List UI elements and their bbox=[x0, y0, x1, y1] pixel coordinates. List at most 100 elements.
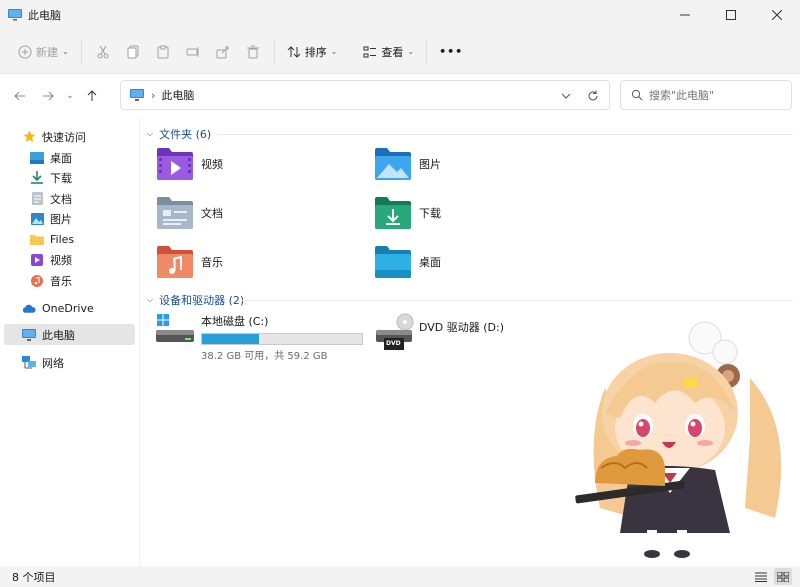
chevron-down-icon: ⌵ bbox=[147, 129, 154, 138]
refresh-button[interactable] bbox=[583, 86, 603, 106]
more-options-button[interactable]: ••• bbox=[433, 36, 469, 68]
view-icon bbox=[363, 46, 377, 57]
divider bbox=[273, 39, 275, 64]
drives-section-header[interactable]: ⌵ 设备和驱动器 (2) bbox=[147, 291, 244, 309]
drive-label: DVD 驱动器 (D:) bbox=[419, 321, 505, 334]
divider bbox=[80, 39, 82, 64]
folder-label: 音乐 bbox=[201, 256, 223, 269]
cloud-icon bbox=[22, 302, 36, 316]
sidebar-item-label: OneDrive bbox=[42, 302, 94, 315]
documents-folder-icon bbox=[157, 197, 193, 229]
downloads-folder-icon bbox=[375, 197, 411, 229]
sort-button[interactable]: 排序 ⌄ bbox=[281, 36, 344, 68]
pictures-folder-icon bbox=[375, 148, 411, 180]
breadcrumb[interactable]: 此电脑 bbox=[161, 87, 194, 103]
document-icon bbox=[30, 192, 44, 206]
plus-circle-icon bbox=[18, 45, 32, 58]
tiles-view-button[interactable] bbox=[774, 568, 792, 585]
delete-button[interactable] bbox=[238, 36, 268, 68]
folder-documents[interactable]: 文档 bbox=[157, 193, 223, 233]
folders-section-header[interactable]: ⌵ 文件夹 (6) bbox=[147, 125, 211, 143]
item-count: 8 个项目 bbox=[12, 570, 56, 584]
folder-label: 视频 bbox=[201, 158, 223, 171]
details-view-button[interactable] bbox=[752, 568, 770, 585]
sidebar-item-label: 文档 bbox=[50, 192, 72, 206]
minimize-button[interactable] bbox=[662, 0, 708, 30]
section-title: 文件夹 (6) bbox=[159, 128, 212, 141]
dvd-badge: DVD bbox=[386, 340, 401, 347]
new-button[interactable]: 新建 ⌄ bbox=[12, 36, 75, 68]
chevron-down-icon: ⌄ bbox=[330, 47, 338, 56]
sidebar-item-label: 快速访问 bbox=[42, 130, 86, 144]
copy-button[interactable] bbox=[118, 36, 148, 68]
videos-folder-icon bbox=[157, 148, 193, 180]
chevron-down-icon: ⌵ bbox=[147, 295, 154, 304]
share-icon bbox=[216, 46, 229, 58]
address-bar[interactable]: › 此电脑 bbox=[120, 80, 610, 110]
arrow-up-icon bbox=[87, 90, 97, 101]
this-pc-icon bbox=[130, 89, 144, 101]
sort-label: 排序 bbox=[304, 45, 327, 59]
view-button[interactable]: 查看 ⌄ bbox=[357, 36, 420, 68]
refresh-icon bbox=[588, 90, 598, 101]
recent-locations-button[interactable]: ⌄ bbox=[62, 82, 78, 110]
close-button[interactable] bbox=[754, 0, 800, 30]
rename-icon bbox=[186, 46, 199, 57]
arrow-right-icon bbox=[43, 91, 54, 101]
new-label: 新建 bbox=[36, 45, 58, 59]
rename-button[interactable] bbox=[178, 36, 208, 68]
sidebar-item-label: 下载 bbox=[50, 171, 72, 185]
forward-button[interactable] bbox=[34, 82, 62, 110]
drive-d[interactable]: DVD DVD 驱动器 (D:) bbox=[375, 313, 504, 351]
sidebar-item-quick-access[interactable]: 快速访问 bbox=[22, 126, 158, 147]
title-bar: 此电脑 bbox=[0, 0, 800, 30]
search-input[interactable] bbox=[649, 88, 779, 102]
sidebar-item-label: 图片 bbox=[50, 212, 72, 226]
address-history-button[interactable] bbox=[557, 87, 575, 105]
search-box[interactable] bbox=[620, 80, 792, 110]
paste-button[interactable] bbox=[148, 36, 178, 68]
this-pc-icon bbox=[22, 328, 36, 342]
folder-label: 下载 bbox=[419, 207, 441, 220]
download-icon bbox=[30, 171, 44, 185]
mascot-illustration bbox=[575, 321, 782, 558]
cut-button[interactable] bbox=[88, 36, 118, 68]
sidebar-item-label: 网络 bbox=[42, 356, 64, 370]
folder-pictures[interactable]: 图片 bbox=[375, 144, 441, 184]
maximize-icon bbox=[726, 10, 736, 20]
folder-desktop[interactable]: 桌面 bbox=[375, 242, 441, 282]
close-icon bbox=[772, 10, 782, 20]
share-button[interactable] bbox=[208, 36, 238, 68]
folder-label: 桌面 bbox=[419, 256, 441, 269]
paste-icon bbox=[157, 45, 169, 58]
status-bar: 8 个项目 bbox=[0, 566, 800, 587]
sidebar-item-onedrive[interactable]: OneDrive bbox=[22, 298, 158, 319]
sidebar-item-label: 音乐 bbox=[50, 274, 72, 288]
drive-label: 本地磁盘 (C:) bbox=[201, 315, 269, 328]
section-title: 设备和驱动器 (2) bbox=[159, 294, 245, 307]
sidebar-item-this-pc[interactable]: 此电脑 bbox=[4, 324, 135, 345]
folder-downloads[interactable]: 下载 bbox=[375, 193, 441, 233]
sidebar-item-network[interactable]: 网络 bbox=[22, 352, 158, 373]
sidebar-item-label: 视频 bbox=[50, 253, 72, 267]
sidebar-item-label: 此电脑 bbox=[42, 328, 75, 342]
sort-icon bbox=[287, 45, 301, 58]
tiles-view-icon bbox=[777, 571, 789, 582]
music-folder-icon bbox=[157, 246, 193, 278]
drive-c[interactable]: 本地磁盘 (C:) 38.2 GB 可用，共 59.2 GB bbox=[155, 313, 363, 362]
maximize-button[interactable] bbox=[708, 0, 754, 30]
folder-icon bbox=[30, 233, 44, 247]
drive-free-space: 38.2 GB 可用，共 59.2 GB bbox=[201, 351, 328, 362]
divider bbox=[426, 39, 428, 64]
back-button[interactable] bbox=[6, 82, 34, 110]
arrow-left-icon bbox=[14, 91, 25, 101]
up-button[interactable] bbox=[78, 82, 106, 110]
folder-music[interactable]: 音乐 bbox=[157, 242, 223, 282]
picture-icon bbox=[30, 212, 44, 226]
window-title: 此电脑 bbox=[28, 9, 61, 22]
folder-label: 文档 bbox=[201, 207, 223, 220]
local-disk-icon bbox=[156, 314, 194, 342]
divider bbox=[217, 134, 793, 135]
folder-label: 图片 bbox=[419, 158, 441, 171]
folder-videos[interactable]: 视频 bbox=[157, 144, 223, 184]
